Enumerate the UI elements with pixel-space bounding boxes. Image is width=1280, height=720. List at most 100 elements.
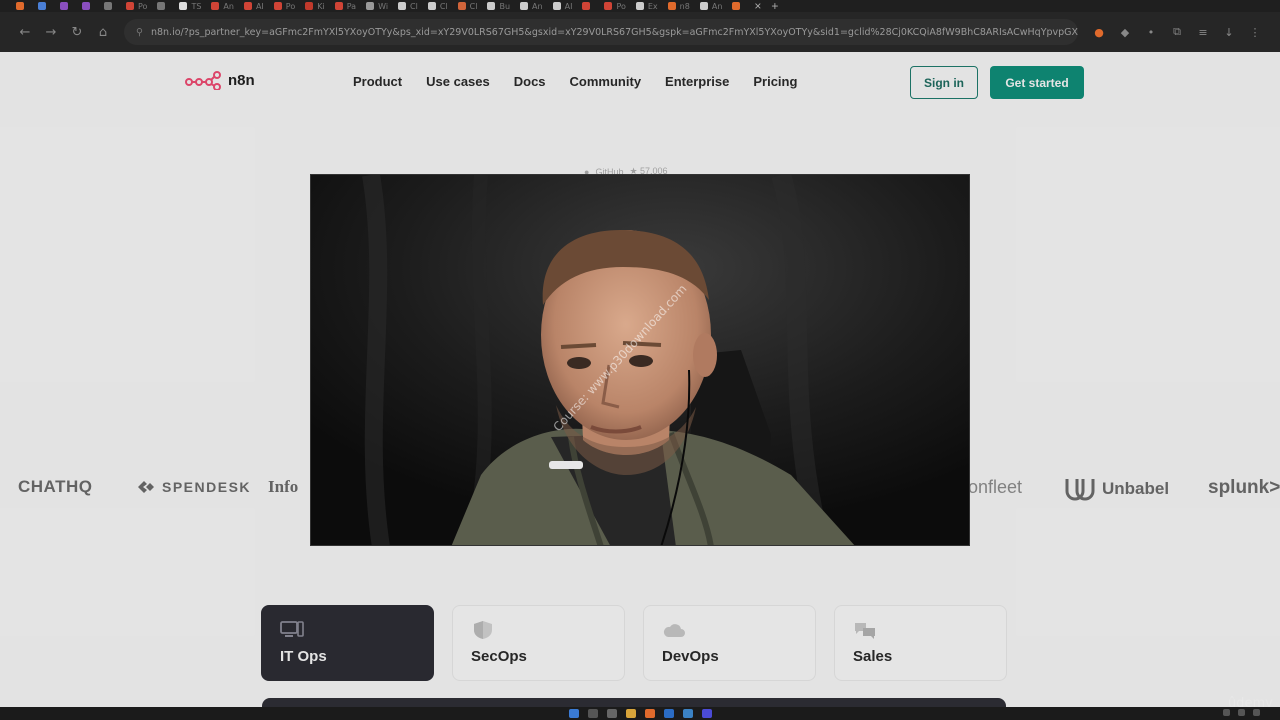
browser-tab[interactable]: An	[520, 0, 543, 12]
menu-icon[interactable]: ⋮	[1242, 26, 1268, 39]
forward-icon[interactable]: →	[38, 25, 64, 40]
card-label: Sales	[853, 648, 893, 665]
instructor-video	[310, 174, 970, 546]
menu-pricing[interactable]: Pricing	[753, 74, 797, 89]
onenote-icon	[60, 2, 68, 10]
unbabel-logo-text: Unbabel	[1102, 479, 1170, 498]
browser-tab[interactable]: Ex	[635, 0, 658, 12]
extension-dot-icon[interactable]: •	[1138, 26, 1164, 39]
browser-tab[interactable]	[16, 0, 28, 12]
app-icon[interactable]	[682, 709, 693, 718]
app-icon	[635, 2, 644, 10]
browser-tab[interactable]: Po	[273, 0, 295, 12]
tab-label: AI	[564, 1, 573, 11]
onenote-icon	[82, 2, 90, 10]
browser-tab[interactable]: An	[699, 0, 722, 12]
start-icon[interactable]	[568, 709, 579, 718]
browser-tab[interactable]: TS	[179, 0, 201, 12]
search-icon[interactable]	[587, 709, 598, 718]
task-view-icon[interactable]	[606, 709, 617, 718]
unbabel-mark-icon	[1065, 479, 1095, 501]
browser-tab[interactable]: Cl	[457, 0, 477, 12]
browser-icon[interactable]	[644, 709, 655, 718]
gmail-icon	[273, 2, 282, 10]
n8n-logo[interactable]: n8n	[184, 70, 255, 90]
browser-tab[interactable]: An	[211, 0, 234, 12]
card-sales[interactable]: Sales	[834, 605, 1007, 681]
gmail-icon	[126, 2, 134, 10]
info-logo: Info	[268, 477, 299, 496]
browser-tab[interactable]	[82, 0, 94, 12]
browser-tab[interactable]: Ki	[305, 0, 325, 12]
menu-product[interactable]: Product	[353, 74, 402, 89]
vscode-icon[interactable]	[663, 709, 674, 718]
tab-label: An	[223, 1, 234, 11]
file-explorer-icon[interactable]	[625, 709, 636, 718]
card-label: DevOps	[662, 648, 719, 665]
card-devops[interactable]: DevOps	[643, 605, 816, 681]
menu-enterprise[interactable]: Enterprise	[665, 74, 729, 89]
tab-label: Cl	[410, 1, 418, 11]
youtube-icon	[582, 2, 591, 10]
browser-tab[interactable]: Cl	[427, 0, 448, 12]
sidebar-toggle-icon[interactable]: ≡	[1190, 26, 1216, 39]
browser-tab[interactable]: AI	[243, 0, 264, 12]
a-icon	[520, 2, 529, 10]
browser-tab[interactable]	[582, 0, 594, 12]
tab-label: Cl	[439, 1, 448, 11]
browser-tab[interactable]: Pa	[334, 0, 356, 12]
browser-tab[interactable]	[104, 0, 116, 12]
reload-icon[interactable]: ↻	[64, 25, 90, 40]
sign-in-button[interactable]: Sign in	[910, 66, 978, 99]
app-icon	[366, 2, 375, 10]
url-field[interactable]: ⚲ n8n.io/?ps_partner_key=aGFmc2FmYXl5YXo…	[124, 19, 1078, 45]
ty-icon	[179, 2, 188, 10]
browser-tab[interactable]	[60, 0, 72, 12]
browser-tab[interactable]: Wi	[366, 0, 388, 12]
browser-tab[interactable]: Bu	[487, 0, 510, 12]
close-tab-icon[interactable]: ×	[754, 0, 761, 12]
tab-label: Wi	[378, 1, 389, 11]
browser-tab[interactable]	[157, 0, 169, 12]
get-started-button[interactable]: Get started	[990, 66, 1084, 99]
tab-label: Ex	[647, 1, 658, 11]
browser-tab[interactable]: Po	[126, 0, 147, 12]
browser-tab[interactable]	[732, 0, 744, 12]
shield-extension-icon[interactable]: ◆	[1112, 26, 1138, 39]
chathq-logo: CHATHQ	[18, 477, 93, 496]
extensions-icon[interactable]: ⧉	[1164, 25, 1190, 39]
tab-label: AI	[255, 1, 264, 11]
browser-tab[interactable]	[38, 0, 50, 12]
browser-tab[interactable]: n8	[667, 0, 690, 12]
download-icon[interactable]: ↓	[1216, 26, 1242, 39]
workflow-preview-edge	[262, 698, 1006, 707]
new-tab-icon[interactable]: +	[771, 0, 778, 12]
app-icon	[667, 2, 676, 10]
tray-icon[interactable]	[1223, 709, 1230, 716]
menu-docs[interactable]: Docs	[514, 74, 546, 89]
network-icon[interactable]	[1238, 709, 1245, 716]
home-icon[interactable]: ⌂	[90, 25, 116, 40]
back-icon[interactable]: ←	[12, 25, 38, 40]
menu-community[interactable]: Community	[570, 74, 642, 89]
app-icon[interactable]	[701, 709, 712, 718]
browser-tab[interactable]: Cl	[398, 0, 418, 12]
card-label: IT Ops	[280, 648, 327, 665]
site-info-icon[interactable]: ⚲	[136, 27, 143, 38]
use-case-cards: IT Ops SecOps DevOps Sales	[261, 605, 1007, 681]
tab-label: Bu	[499, 1, 511, 11]
card-secops[interactable]: SecOps	[452, 605, 625, 681]
volume-icon[interactable]	[1253, 709, 1260, 716]
browser-address-bar: ← → ↻ ⌂ ⚲ n8n.io/?ps_partner_key=aGFmc2F…	[0, 12, 1280, 52]
tab-label: Ki	[317, 1, 325, 11]
browser-tab[interactable]: Po	[604, 0, 626, 12]
brave-rewards-icon[interactable]: ●	[1086, 26, 1112, 39]
app-icon	[552, 2, 561, 10]
menu-use-cases[interactable]: Use cases	[426, 74, 490, 89]
onfleet-logo: onfleet	[968, 477, 1023, 497]
main-menu: Product Use cases Docs Community Enterpr…	[353, 74, 797, 89]
site-header: n8n Product Use cases Docs Community Ent…	[0, 52, 1280, 114]
card-it-ops[interactable]: IT Ops	[261, 605, 434, 681]
app-icon	[104, 2, 112, 10]
browser-tab[interactable]: AI	[552, 0, 573, 12]
